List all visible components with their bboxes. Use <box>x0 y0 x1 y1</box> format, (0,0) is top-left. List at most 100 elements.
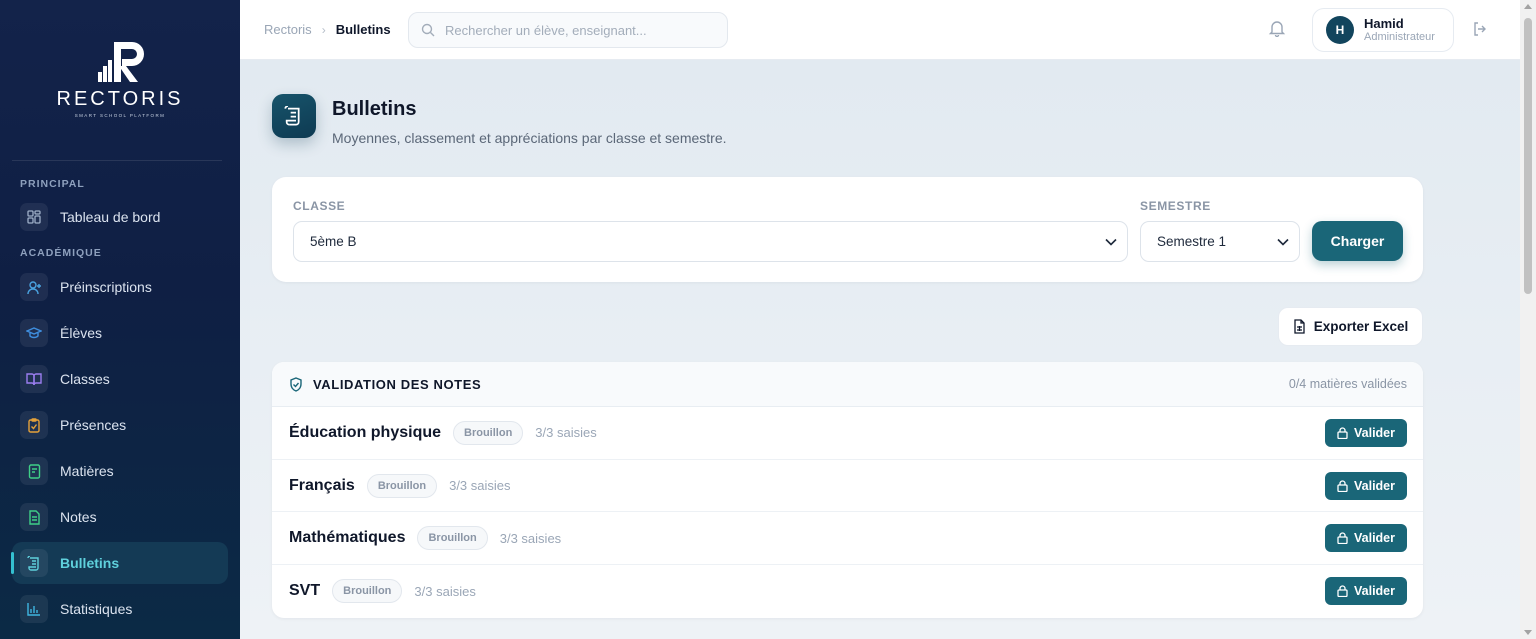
clipboard-check-icon <box>20 411 48 439</box>
subject-name: SVT <box>289 582 321 600</box>
status-badge: Brouillon <box>453 420 524 445</box>
table-row: Mathématiques Brouillon 3/3 saisies Vali… <box>272 512 1423 566</box>
sidebar-item-label: Bulletins <box>60 555 120 571</box>
sidebar-item-eleves[interactable]: Élèves <box>12 312 228 354</box>
table-row: Éducation physique Brouillon 3/3 saisies… <box>272 407 1423 460</box>
subject-name: Mathématiques <box>289 529 406 547</box>
status-badge: Brouillon <box>417 526 488 551</box>
validation-card: VALIDATION DES NOTES 0/4 matières validé… <box>272 362 1423 618</box>
filter-card: CLASSE 5ème B SEMESTRE Semestre 1 Charge… <box>272 177 1423 282</box>
user-menu[interactable]: H Hamid Administrateur <box>1312 8 1454 52</box>
brand-name: RECTORIS <box>56 88 184 110</box>
validation-count: 0/4 matières validées <box>1288 377 1407 391</box>
notifications-bell-icon[interactable] <box>1268 19 1286 42</box>
book-icon <box>20 457 48 485</box>
sidebar-item-presences[interactable]: Présences <box>12 404 228 446</box>
spreadsheet-file-icon <box>1293 319 1306 334</box>
breadcrumb-item-current: Bulletins <box>335 22 391 37</box>
subject-name: Français <box>289 476 355 494</box>
logout-icon[interactable] <box>1472 21 1488 42</box>
rectoris-logo-icon <box>98 42 144 82</box>
breadcrumb: Rectoris › Bulletins <box>264 22 391 37</box>
saisies-count: 3/3 saisies <box>414 583 476 599</box>
sidebar-item-label: Classes <box>60 371 110 387</box>
semestre-select[interactable]: Semestre 1 <box>1140 221 1300 262</box>
table-row: SVT Brouillon 3/3 saisies Valider <box>272 565 1423 618</box>
user-name: Hamid <box>1364 15 1404 31</box>
search-box[interactable] <box>408 12 728 48</box>
user-plus-icon <box>20 273 48 301</box>
shield-check-icon <box>290 376 302 392</box>
classe-label: CLASSE <box>293 199 346 213</box>
export-excel-label: Exporter Excel <box>1313 319 1409 334</box>
sidebar-item-preinscriptions[interactable]: Préinscriptions <box>12 266 228 308</box>
valider-button[interactable]: Valider <box>1325 524 1407 553</box>
sidebar-item-label: Préinscriptions <box>60 279 152 295</box>
scrollbar-thumb[interactable] <box>1524 18 1532 294</box>
validation-title: VALIDATION DES NOTES <box>313 376 482 392</box>
semestre-label: SEMESTRE <box>1140 199 1211 213</box>
classe-select-value: 5ème B <box>310 234 357 249</box>
breadcrumb-separator-icon: › <box>321 22 326 37</box>
table-row: Français Brouillon 3/3 saisies Valider <box>272 460 1423 513</box>
brand-logo[interactable]: RECTORIS SMART SCHOOL PLATFORM <box>0 38 240 128</box>
sidebar-item-label: Matières <box>60 463 114 479</box>
classe-select[interactable]: 5ème B <box>293 221 1128 262</box>
user-role: Administrateur <box>1364 31 1435 44</box>
topbar: Rectoris › Bulletins H Hamid Administrat… <box>240 0 1520 60</box>
saisies-count: 3/3 saisies <box>449 478 511 494</box>
lock-icon <box>1337 427 1348 439</box>
valider-button[interactable]: Valider <box>1325 419 1407 447</box>
chevron-down-icon <box>1105 238 1117 246</box>
export-excel-button[interactable]: Exporter Excel <box>1278 307 1423 346</box>
page-subtitle: Moyennes, classement et appréciations pa… <box>332 130 727 146</box>
sidebar-item-tableau-de-bord[interactable]: Tableau de bord <box>12 196 228 238</box>
valider-label: Valider <box>1354 478 1395 493</box>
sidebar-item-statistiques[interactable]: Statistiques <box>12 588 228 630</box>
book-open-icon <box>20 365 48 393</box>
main-content: Bulletins Moyennes, classement et appréc… <box>240 60 1520 639</box>
sidebar: RECTORIS SMART SCHOOL PLATFORM PRINCIPAL… <box>0 0 240 639</box>
sidebar-item-label: Élèves <box>60 325 103 341</box>
sidebar-item-label: Présences <box>60 417 127 433</box>
sidebar-item-label: Notes <box>60 509 97 525</box>
chevron-down-icon <box>1277 238 1289 246</box>
subject-name: Éducation physique <box>289 423 442 441</box>
saisies-count: 3/3 saisies <box>499 530 562 546</box>
validation-header: VALIDATION DES NOTES 0/4 matières validé… <box>272 362 1423 407</box>
bulletins-scroll-icon <box>272 94 316 138</box>
valider-button[interactable]: Valider <box>1325 577 1407 606</box>
sidebar-item-notes[interactable]: Notes <box>12 496 228 538</box>
status-badge: Brouillon <box>332 579 403 604</box>
sidebar-divider <box>12 160 222 161</box>
scroll-up-arrow-icon[interactable] <box>1524 4 1532 9</box>
scroll-down-arrow-icon[interactable] <box>1524 630 1532 635</box>
section-label-principal: PRINCIPAL <box>20 178 85 190</box>
brand-tagline: SMART SCHOOL PLATFORM <box>74 113 166 118</box>
dashboard-icon <box>20 203 48 231</box>
bar-chart-icon <box>20 595 48 623</box>
avatar: H <box>1326 16 1354 44</box>
file-text-icon <box>20 503 48 531</box>
page-scrollbar[interactable] <box>1520 0 1536 639</box>
sidebar-item-matieres[interactable]: Matières <box>12 450 228 492</box>
search-input[interactable] <box>445 22 715 38</box>
sidebar-item-bulletins[interactable]: Bulletins <box>11 542 228 584</box>
semestre-select-value: Semestre 1 <box>1157 234 1227 249</box>
status-badge: Brouillon <box>366 473 438 498</box>
section-label-academique: ACADÉMIQUE <box>20 247 102 259</box>
charger-button[interactable]: Charger <box>1312 221 1403 261</box>
lock-icon <box>1337 480 1348 492</box>
scroll-icon <box>20 549 48 577</box>
graduation-cap-icon <box>20 319 48 347</box>
valider-label: Valider <box>1354 531 1395 546</box>
saisies-count: 3/3 saisies <box>535 425 597 441</box>
breadcrumb-item-root[interactable]: Rectoris <box>264 22 312 37</box>
sidebar-item-label: Statistiques <box>60 601 133 617</box>
sidebar-item-label: Tableau de bord <box>60 209 161 225</box>
valider-button[interactable]: Valider <box>1325 471 1407 500</box>
page-title: Bulletins <box>332 98 417 120</box>
lock-icon <box>1337 585 1348 598</box>
search-icon <box>421 23 435 37</box>
sidebar-item-classes[interactable]: Classes <box>12 358 228 400</box>
